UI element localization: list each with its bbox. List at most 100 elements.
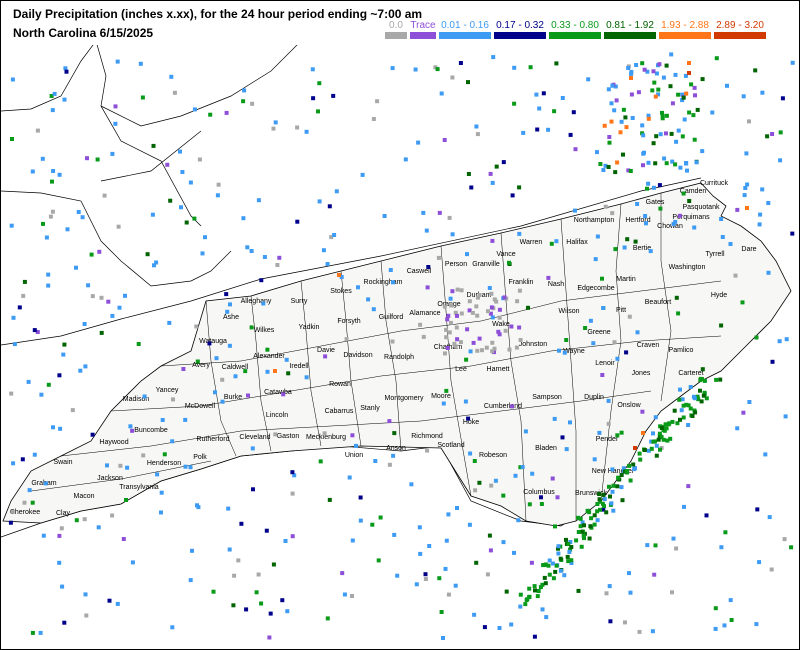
- station-dot[interactable]: [668, 436, 673, 441]
- station-dot[interactable]: [325, 262, 330, 266]
- station-dot[interactable]: [392, 532, 397, 537]
- station-dot[interactable]: [62, 620, 67, 625]
- station-dot[interactable]: [437, 210, 442, 215]
- station-dot[interactable]: [290, 534, 295, 539]
- station-dot[interactable]: [610, 467, 615, 472]
- station-dot[interactable]: [547, 572, 552, 577]
- station-dot[interactable]: [554, 61, 559, 66]
- station-dot[interactable]: [699, 399, 704, 404]
- station-dot[interactable]: [390, 66, 395, 71]
- station-dot[interactable]: [239, 521, 244, 526]
- station-dot[interactable]: [540, 607, 545, 612]
- station-dot[interactable]: [687, 110, 692, 115]
- station-dot[interactable]: [612, 340, 617, 345]
- station-dot[interactable]: [687, 199, 692, 203]
- station-dot[interactable]: [673, 162, 678, 167]
- station-dot[interactable]: [267, 635, 272, 640]
- station-dot[interactable]: [273, 120, 278, 125]
- station-dot[interactable]: [600, 373, 605, 377]
- station-dot[interactable]: [640, 409, 645, 414]
- station-dot[interactable]: [573, 147, 578, 152]
- station-dot[interactable]: [645, 543, 650, 548]
- station-dot[interactable]: [172, 90, 177, 95]
- station-dot[interactable]: [728, 242, 733, 246]
- station-dot[interactable]: [621, 152, 625, 157]
- station-dot[interactable]: [82, 322, 87, 326]
- station-dot[interactable]: [489, 483, 494, 488]
- station-dot[interactable]: [608, 619, 613, 624]
- station-dot[interactable]: [162, 452, 167, 457]
- station-dot[interactable]: [466, 416, 471, 421]
- station-dot[interactable]: [681, 191, 686, 196]
- station-dot[interactable]: [117, 305, 122, 310]
- station-dot[interactable]: [686, 403, 691, 408]
- station-dot[interactable]: [391, 453, 396, 458]
- station-dot[interactable]: [22, 500, 27, 505]
- station-dot[interactable]: [513, 473, 518, 478]
- station-dot[interactable]: [426, 265, 431, 269]
- station-dot[interactable]: [745, 206, 749, 210]
- station-dot[interactable]: [487, 533, 492, 538]
- station-dot[interactable]: [455, 287, 460, 292]
- station-dot[interactable]: [220, 399, 225, 404]
- station-dot[interactable]: [533, 588, 537, 593]
- station-dot[interactable]: [459, 288, 464, 293]
- station-dot[interactable]: [783, 414, 788, 419]
- station-dot[interactable]: [564, 338, 569, 342]
- station-dot[interactable]: [57, 172, 62, 177]
- station-dot[interactable]: [601, 168, 606, 172]
- station-dot[interactable]: [635, 202, 640, 206]
- station-dot[interactable]: [501, 160, 506, 165]
- station-dot[interactable]: [159, 510, 163, 515]
- station-dot[interactable]: [568, 132, 573, 137]
- station-dot[interactable]: [441, 401, 446, 406]
- station-dot[interactable]: [90, 432, 95, 437]
- station-dot[interactable]: [567, 550, 572, 554]
- station-dot[interactable]: [455, 506, 459, 510]
- station-dot[interactable]: [760, 90, 765, 95]
- station-dot[interactable]: [630, 116, 635, 120]
- station-dot[interactable]: [90, 294, 95, 299]
- station-dot[interactable]: [439, 610, 444, 614]
- station-dot[interactable]: [627, 571, 631, 576]
- station-dot[interactable]: [273, 432, 278, 437]
- station-dot[interactable]: [603, 204, 608, 209]
- station-dot[interactable]: [304, 375, 309, 380]
- station-dot[interactable]: [488, 171, 493, 176]
- station-dot[interactable]: [183, 464, 188, 469]
- station-dot[interactable]: [698, 378, 703, 383]
- station-dot[interactable]: [391, 280, 395, 285]
- station-dot[interactable]: [653, 94, 658, 99]
- station-dot[interactable]: [535, 127, 540, 132]
- station-dot[interactable]: [503, 328, 508, 333]
- station-dot[interactable]: [609, 119, 614, 124]
- station-dot[interactable]: [702, 378, 707, 383]
- station-dot[interactable]: [777, 339, 782, 344]
- station-dot[interactable]: [673, 72, 678, 77]
- station-dot[interactable]: [444, 327, 449, 332]
- station-dot[interactable]: [470, 310, 475, 315]
- station-dot[interactable]: [178, 149, 182, 154]
- station-dot[interactable]: [642, 150, 646, 155]
- station-dot[interactable]: [84, 613, 89, 618]
- station-dot[interactable]: [192, 216, 197, 221]
- station-dot[interactable]: [645, 186, 649, 191]
- station-dot[interactable]: [611, 483, 616, 488]
- station-dot[interactable]: [458, 340, 463, 345]
- station-dot[interactable]: [115, 59, 120, 64]
- station-dot[interactable]: [597, 497, 602, 502]
- station-dot[interactable]: [382, 214, 387, 218]
- station-dot[interactable]: [97, 249, 102, 254]
- station-dot[interactable]: [518, 592, 523, 597]
- station-dot[interactable]: [488, 548, 493, 553]
- station-dot[interactable]: [245, 245, 250, 250]
- station-dot[interactable]: [250, 446, 255, 451]
- station-dot[interactable]: [757, 560, 762, 565]
- station-dot[interactable]: [664, 63, 669, 68]
- station-dot[interactable]: [265, 347, 270, 352]
- station-dot[interactable]: [207, 341, 212, 346]
- station-dot[interactable]: [418, 551, 423, 556]
- station-dot[interactable]: [714, 377, 719, 382]
- station-dot[interactable]: [565, 554, 570, 559]
- station-dot[interactable]: [450, 289, 455, 294]
